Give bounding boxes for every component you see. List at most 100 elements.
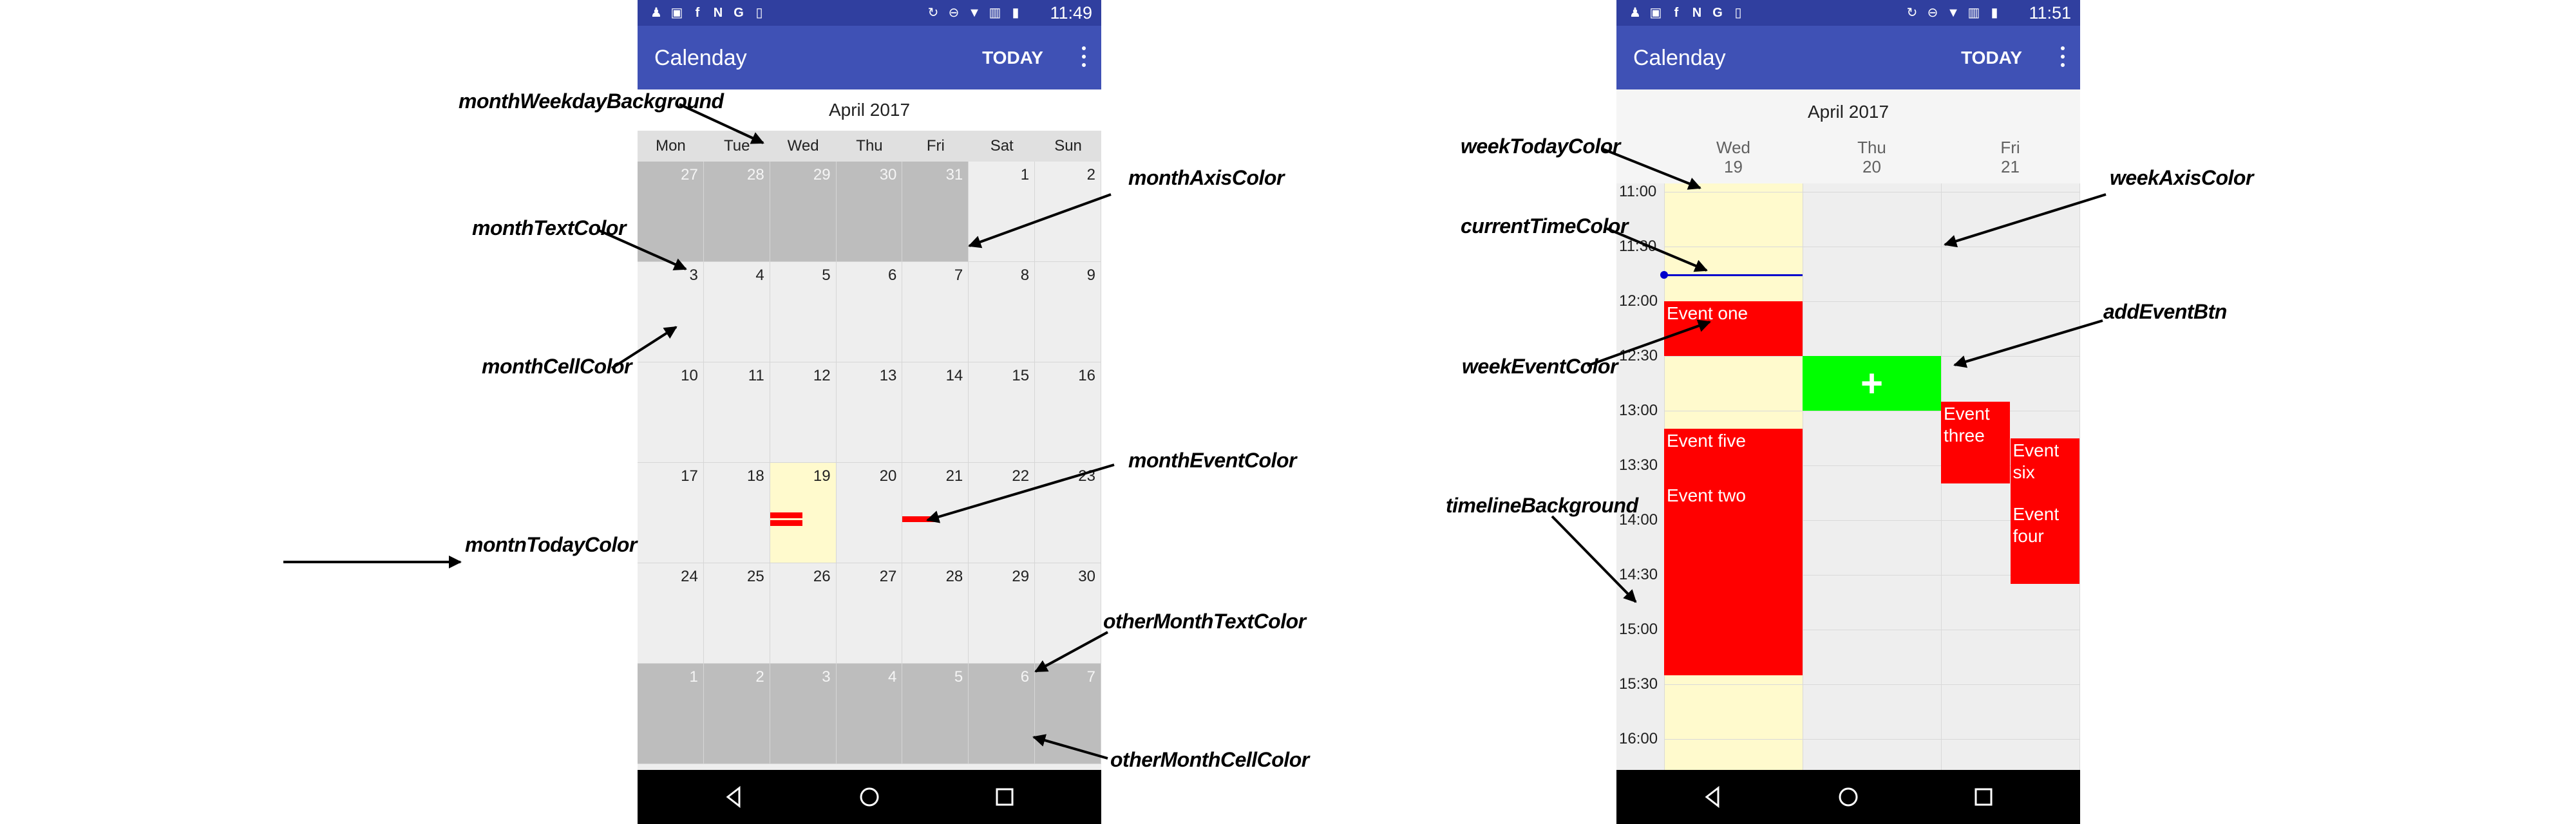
back-icon[interactable] <box>1700 784 1726 810</box>
overflow-menu-icon[interactable] <box>1079 44 1087 70</box>
month-cell[interactable]: 22 <box>969 463 1036 563</box>
week-day-name: Wed <box>1716 138 1750 157</box>
cell-day-number: 20 <box>879 467 897 485</box>
month-cell[interactable]: 8 <box>969 262 1036 362</box>
month-cell[interactable]: 13 <box>836 362 903 463</box>
month-cell[interactable]: 15 <box>969 362 1036 463</box>
week-day-name: Fri <box>2000 138 2020 157</box>
month-cell[interactable]: 21 <box>902 463 969 563</box>
dnd-icon: ⊖ <box>948 6 960 20</box>
month-cell-today[interactable]: 19 <box>770 463 837 563</box>
month-cell[interactable]: 14 <box>902 362 969 463</box>
month-cell[interactable]: 17 <box>638 463 704 563</box>
time-label: 12:30 <box>1619 347 1658 364</box>
image-icon: ▣ <box>670 6 683 20</box>
month-cell-other[interactable]: 29 <box>770 162 837 262</box>
month-cell-other[interactable]: 28 <box>703 162 770 262</box>
week-event[interactable]: Event one <box>1664 301 1803 356</box>
month-cell-other[interactable]: 3 <box>770 664 837 764</box>
month-cell[interactable]: 7 <box>902 262 969 362</box>
month-cell[interactable]: 18 <box>703 463 770 563</box>
month-cell-other[interactable]: 5 <box>902 664 969 764</box>
month-cell[interactable]: 11 <box>703 362 770 463</box>
navigation-bar <box>638 770 1101 824</box>
today-button[interactable]: TODAY <box>1961 46 2022 70</box>
facebook-icon: f <box>1674 6 1679 20</box>
recents-icon[interactable] <box>1971 784 1996 810</box>
month-cell-other[interactable]: 6 <box>969 664 1036 764</box>
month-cell[interactable]: 27 <box>836 563 903 664</box>
month-cell[interactable]: 24 <box>638 563 704 664</box>
cell-day-number: 11 <box>748 367 764 384</box>
label-week-today-color: weekTodayColor <box>1461 135 1620 158</box>
cell-day-number: 12 <box>813 367 831 384</box>
month-cell[interactable]: 10 <box>638 362 704 463</box>
label-montn-today-color: montnTodayColor <box>465 533 637 556</box>
home-icon[interactable] <box>1835 784 1861 810</box>
month-cell[interactable]: 25 <box>703 563 770 664</box>
month-cell-other[interactable]: 4 <box>836 664 903 764</box>
current-time-dot <box>1660 270 1668 279</box>
back-icon[interactable] <box>721 784 747 810</box>
battery-icon: ▮ <box>1991 6 1998 20</box>
month-cell-other[interactable]: 1 <box>638 664 704 764</box>
home-icon[interactable] <box>857 784 882 810</box>
cell-day-number: 25 <box>746 568 764 585</box>
month-cell[interactable]: 1 <box>969 162 1036 262</box>
cell-day-number: 30 <box>1078 568 1095 585</box>
cell-day-number: 31 <box>945 166 963 183</box>
label-month-weekday-background: monthWeekdayBackground <box>459 89 724 113</box>
overflow-menu-icon[interactable] <box>2058 44 2066 70</box>
today-button[interactable]: TODAY <box>982 46 1043 70</box>
cell-day-number: 27 <box>681 166 698 183</box>
add-event-button[interactable]: + <box>1803 356 1941 411</box>
contact-icon: ♟ <box>650 6 662 20</box>
week-day-header: Wed 19 Thu 20 Fri 21 <box>1616 135 2080 183</box>
wifi-icon: ▼ <box>968 6 981 20</box>
month-cell[interactable]: 23 <box>1035 463 1101 563</box>
label-month-cell-color: monthCellColor <box>482 355 632 378</box>
weekday-label: Tue <box>724 137 750 154</box>
week-event[interactable]: Event three <box>1941 401 2010 484</box>
month-cell[interactable]: 4 <box>703 262 770 362</box>
label-timeline-background: timelineBackground <box>1446 494 1638 517</box>
month-cell[interactable]: 2 <box>1035 162 1101 262</box>
month-cell[interactable]: 12 <box>770 362 837 463</box>
app-bar: Calenday TODAY <box>638 26 1101 89</box>
week-day-number: 20 <box>1862 157 1881 176</box>
month-cell[interactable]: 26 <box>770 563 837 664</box>
label-month-axis-color: monthAxisColor <box>1128 166 1284 189</box>
cell-day-number: 13 <box>879 367 897 384</box>
status-bar: ♟ ▣ f N G ▯ ↻ ⊖ ▼ ▥ ▮ 11:49 <box>638 0 1101 26</box>
week-event[interactable]: Event four <box>2010 501 2079 585</box>
cell-day-number: 30 <box>879 166 897 183</box>
month-view-screen: ♟ ▣ f N G ▯ ↻ ⊖ ▼ ▥ ▮ 11:49 Calenday TOD… <box>638 0 1101 824</box>
month-cell-other[interactable]: 31 <box>902 162 969 262</box>
month-cell-other[interactable]: 2 <box>703 664 770 764</box>
month-cell[interactable]: 3 <box>638 262 704 362</box>
navigation-bar <box>1616 770 2080 824</box>
google-icon: G <box>734 6 744 20</box>
cell-day-number: 29 <box>1012 568 1030 585</box>
month-cell[interactable]: 28 <box>902 563 969 664</box>
month-cell[interactable]: 16 <box>1035 362 1101 463</box>
recents-icon[interactable] <box>992 784 1018 810</box>
month-cell[interactable]: 5 <box>770 262 837 362</box>
month-cell[interactable]: 30 <box>1035 563 1101 664</box>
weekday-label: Fri <box>926 137 945 154</box>
cell-day-number: 17 <box>681 467 698 485</box>
week-event[interactable]: Event two <box>1664 483 1803 675</box>
cell-day-number: 29 <box>813 166 831 183</box>
label-week-event-color: weekEventColor <box>1462 355 1618 378</box>
month-cell-other[interactable]: 27 <box>638 162 704 262</box>
month-cell[interactable]: 29 <box>969 563 1036 664</box>
month-event-marker <box>902 516 935 522</box>
month-cell-other[interactable]: 7 <box>1035 664 1101 764</box>
month-cell[interactable]: 6 <box>836 262 903 362</box>
month-cell[interactable]: 20 <box>836 463 903 563</box>
cell-day-number: 28 <box>746 166 764 183</box>
month-cell[interactable]: 9 <box>1035 262 1101 362</box>
week-event[interactable]: Event five <box>1664 429 1803 484</box>
label-add-event-btn: addEventBtn <box>2103 300 2227 323</box>
month-cell-other[interactable]: 30 <box>836 162 903 262</box>
